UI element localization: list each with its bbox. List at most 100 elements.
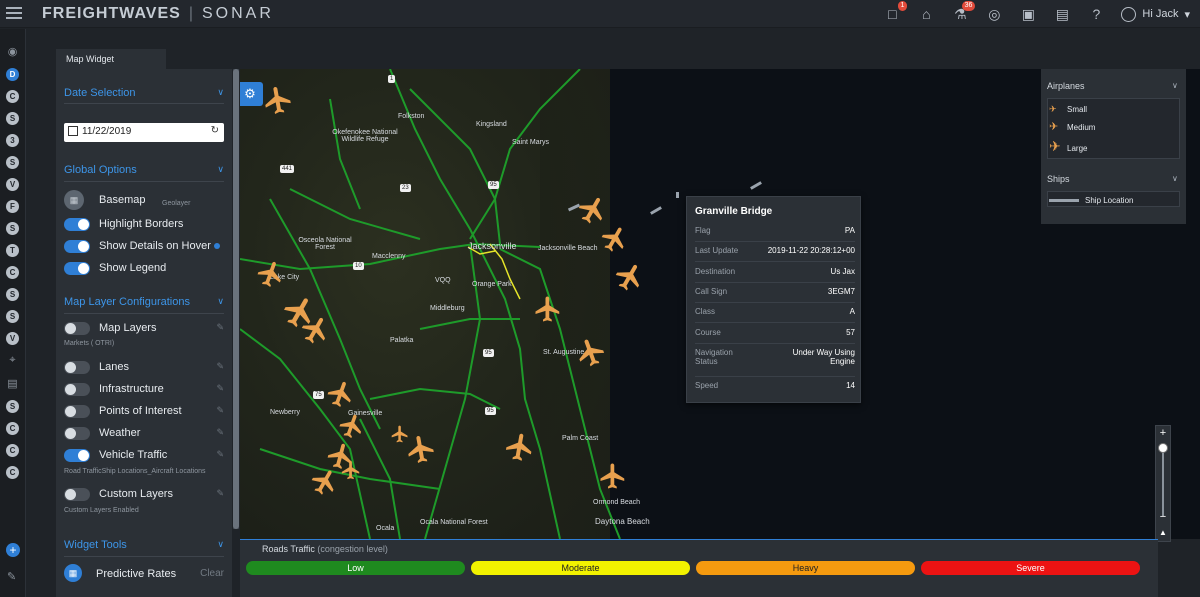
global-options-header[interactable]: Global Options ∨	[64, 164, 224, 176]
layer-toggle[interactable]	[64, 488, 90, 501]
rail-item[interactable]: C	[6, 466, 19, 479]
layer-toggle[interactable]	[64, 361, 90, 374]
highway-shield: 75	[313, 391, 324, 399]
layer-toggle[interactable]	[64, 427, 90, 440]
highlight-borders-toggle[interactable]	[64, 218, 90, 231]
edit-icon[interactable]: ✎	[7, 570, 16, 583]
rail-item[interactable]: V	[6, 178, 19, 191]
edit-icon[interactable]: ✎	[216, 488, 224, 499]
airplane-marker[interactable]	[501, 428, 538, 465]
rail-item[interactable]: S	[6, 288, 19, 301]
rail-item[interactable]: T	[6, 244, 19, 257]
chart-icon[interactable]: ▤	[1053, 5, 1071, 23]
show-details-option[interactable]: Show Details on Hover	[64, 239, 224, 255]
airplane-marker[interactable]	[340, 459, 362, 481]
edit-icon[interactable]: ✎	[216, 405, 224, 416]
rail-item[interactable]: S	[6, 400, 19, 413]
rail-item[interactable]: C	[6, 422, 19, 435]
traffic-level-moderate: Moderate	[471, 561, 690, 575]
layer-toggle[interactable]	[64, 383, 90, 396]
user-menu[interactable]: Hi Jack ▾	[1121, 6, 1190, 22]
layer-option-infrastructure[interactable]: Infrastructure ✎	[64, 382, 224, 398]
lightbulb-icon[interactable]: ◎	[985, 5, 1003, 23]
layer-option-weather[interactable]: Weather ✎	[64, 426, 224, 442]
reset-north-icon[interactable]: ▲	[1156, 526, 1170, 540]
clear-button[interactable]: Clear	[200, 568, 224, 579]
edit-icon[interactable]: ✎	[216, 322, 224, 333]
airplanes-legend-header[interactable]: Airplanes ∨	[1047, 81, 1178, 91]
rail-item[interactable]: 3	[6, 134, 19, 147]
show-legend-toggle[interactable]	[64, 262, 90, 275]
map-place-label: Kingsland	[476, 121, 507, 128]
pin-icon[interactable]: ⌖	[6, 354, 20, 368]
layer-option-map-layers[interactable]: Map Layers ✎	[64, 321, 224, 337]
widget-tools-header[interactable]: Widget Tools ∨	[64, 539, 224, 551]
edit-icon[interactable]: ✎	[216, 427, 224, 438]
warehouse-icon[interactable]: ⌂	[917, 5, 935, 23]
rail-item[interactable]: V	[6, 332, 19, 345]
ships-legend-header[interactable]: Ships ∨	[1047, 174, 1178, 184]
zoom-in-button[interactable]: +	[1156, 426, 1170, 440]
show-legend-option[interactable]: Show Legend	[64, 261, 224, 277]
chat-icon[interactable]: □ 1	[883, 1, 908, 23]
rail-item[interactable]: C	[6, 90, 19, 103]
info-icon[interactable]	[213, 243, 220, 249]
layer-toggle[interactable]	[64, 322, 90, 335]
reset-icon[interactable]: ↻	[211, 125, 219, 136]
date-input[interactable]: 11/22/2019 ↻	[64, 123, 224, 142]
layer-option-custom-layers[interactable]: Custom Layers ✎	[64, 487, 224, 503]
zoom-slider-track[interactable]	[1162, 444, 1164, 516]
menu-icon[interactable]	[6, 7, 22, 19]
globe-icon[interactable]: ◉	[6, 45, 20, 59]
zoom-out-button[interactable]: −	[1156, 510, 1170, 524]
tooltip-key: Last Update	[695, 246, 739, 255]
rail-item[interactable]: S	[6, 156, 19, 169]
highway-shield: 95	[488, 181, 499, 189]
date-selection-header[interactable]: Date Selection ∨	[64, 87, 224, 99]
layer-toggle[interactable]	[64, 449, 90, 462]
calculator-icon: ▦	[64, 564, 82, 582]
predictive-rates-option[interactable]: ▦ Predictive Rates Clear	[64, 564, 224, 583]
panel-scrollbar[interactable]	[233, 69, 239, 529]
rail-item[interactable]: S	[6, 222, 19, 235]
rail-item[interactable]: D	[6, 68, 19, 81]
airplane-marker[interactable]	[390, 424, 410, 444]
rail-item[interactable]: S	[6, 112, 19, 125]
tooltip-key: Flag	[695, 226, 711, 235]
help-icon[interactable]: ?	[1087, 5, 1105, 23]
briefcase-icon[interactable]: ▣	[1019, 5, 1037, 23]
settings-gear-icon[interactable]: ⚙	[240, 82, 263, 106]
map-layer-configurations-header[interactable]: Map Layer Configurations ∨	[64, 296, 224, 308]
legend-large: ✈ Large	[1049, 138, 1088, 154]
layer-label: Map Layers	[99, 322, 157, 334]
edit-icon[interactable]: ✎	[216, 361, 224, 372]
map-place-label: Jacksonville Beach	[538, 245, 598, 252]
map-place-label: Newberry	[270, 409, 300, 416]
layer-option-lanes[interactable]: Lanes ✎	[64, 360, 224, 376]
rail-item[interactable]: C	[6, 444, 19, 457]
airplane-marker[interactable]	[533, 294, 563, 324]
rail-item[interactable]: C	[6, 266, 19, 279]
tooltip-value: 2019-11-22 20:28:12+00	[767, 246, 855, 255]
zoom-slider-handle[interactable]	[1158, 443, 1168, 453]
rail-item[interactable]: S	[6, 310, 19, 323]
product-name: SONAR	[201, 5, 274, 22]
tab-map-widget[interactable]: Map Widget	[56, 49, 166, 69]
layer-option-vehicle-traffic[interactable]: Vehicle Traffic ✎	[64, 448, 224, 464]
show-details-toggle[interactable]	[64, 240, 90, 253]
airplane-marker[interactable]	[598, 461, 628, 491]
save-icon[interactable]: ▤	[6, 377, 20, 391]
edit-icon[interactable]: ✎	[216, 383, 224, 394]
add-icon[interactable]: +	[6, 543, 20, 557]
airplane-marker[interactable]	[259, 81, 296, 118]
layer-toggle[interactable]	[64, 405, 90, 418]
tooltip-key: Navigation Status	[695, 348, 733, 366]
alerts-icon[interactable]: ⚗ 36	[951, 1, 976, 23]
highlight-borders-option[interactable]: Highlight Borders	[64, 217, 224, 233]
basemap-option[interactable]: ▦ Basemap Geolayer	[64, 190, 224, 210]
layer-option-points-of-interest[interactable]: Points of Interest ✎	[64, 404, 224, 420]
edit-icon[interactable]: ✎	[216, 449, 224, 460]
brand-logo: FREIGHTWAVES | SONAR	[42, 5, 274, 22]
ship-marker[interactable]	[676, 192, 679, 198]
rail-item[interactable]: F	[6, 200, 19, 213]
